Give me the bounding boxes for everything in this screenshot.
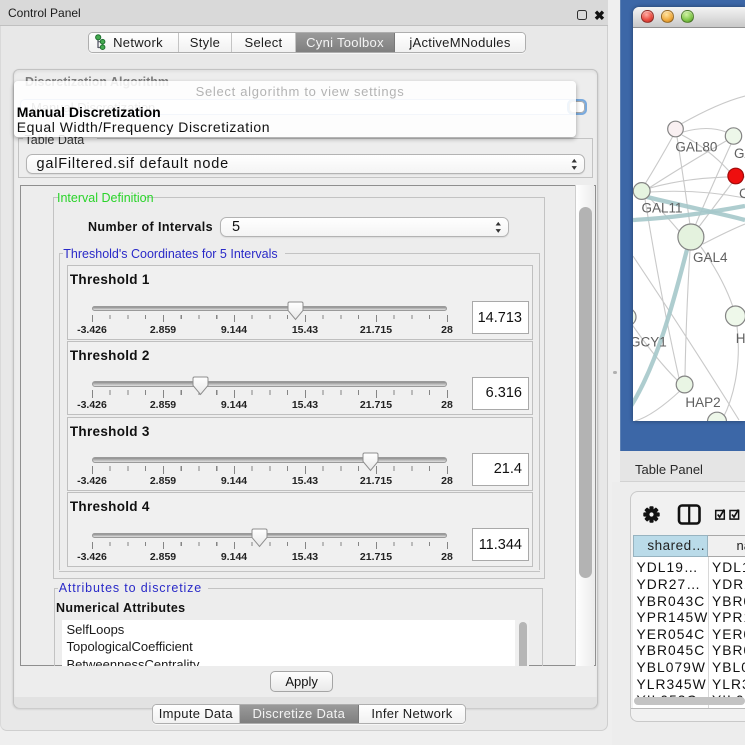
svg-text:HIS7: HIS7 xyxy=(736,331,745,346)
svg-text:CDC6: CDC6 xyxy=(739,186,745,201)
svg-text:GCY1: GCY1 xyxy=(633,335,667,350)
svg-text:GAL4: GAL4 xyxy=(693,250,728,265)
svg-text:GAL80: GAL80 xyxy=(675,140,717,155)
svg-text:GAL4: GAL4 xyxy=(734,146,745,161)
svg-text:HAP2: HAP2 xyxy=(685,395,720,410)
svg-text:GAL11: GAL11 xyxy=(642,201,683,216)
